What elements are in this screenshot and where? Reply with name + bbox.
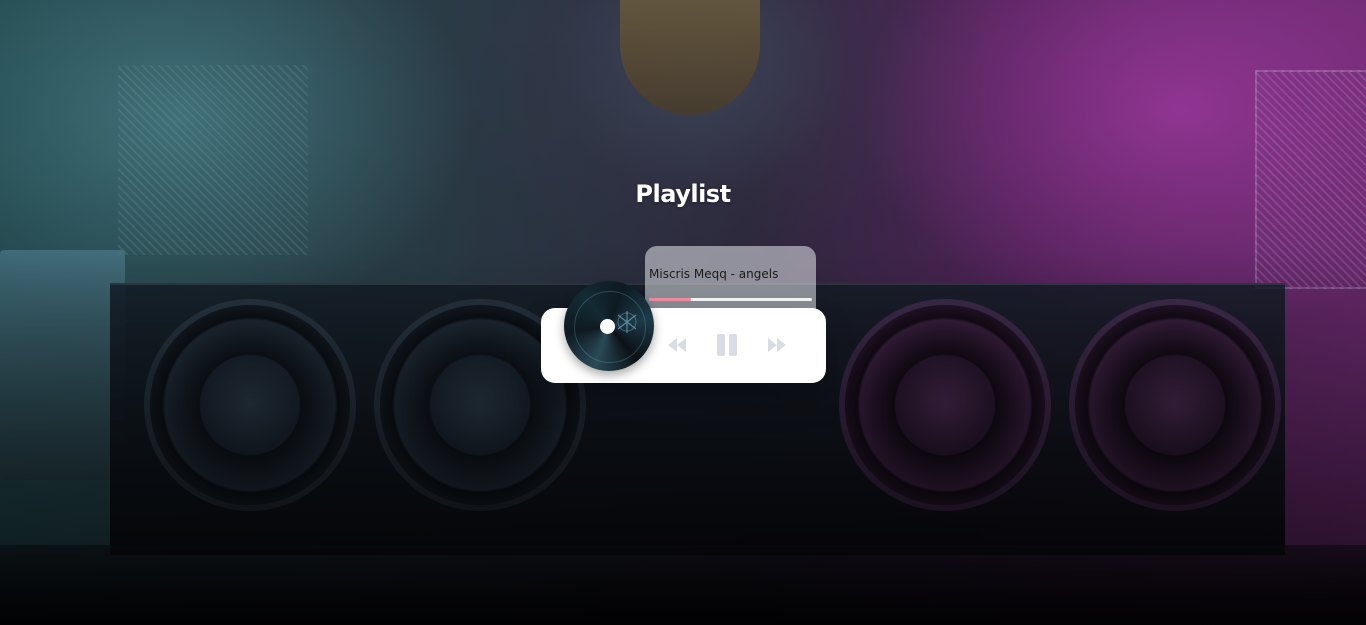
disc-center-hole bbox=[600, 319, 615, 334]
pause-icon bbox=[717, 334, 737, 356]
rewind-icon bbox=[668, 338, 686, 352]
album-art-icon bbox=[617, 311, 637, 333]
progress-bar-fill bbox=[649, 298, 692, 301]
track-info-panel: Miscris Meqq - angels bbox=[645, 246, 816, 312]
play-pause-button[interactable] bbox=[712, 331, 742, 359]
next-button[interactable] bbox=[764, 334, 790, 356]
previous-button[interactable] bbox=[664, 334, 690, 356]
progress-bar[interactable] bbox=[649, 298, 812, 301]
page: Playlist Miscris Meqq - angels bbox=[0, 0, 1366, 625]
album-disc bbox=[564, 281, 654, 371]
track-title: Miscris Meqq - angels bbox=[649, 267, 779, 281]
page-title: Playlist bbox=[635, 180, 731, 208]
fast-forward-icon bbox=[768, 338, 786, 352]
